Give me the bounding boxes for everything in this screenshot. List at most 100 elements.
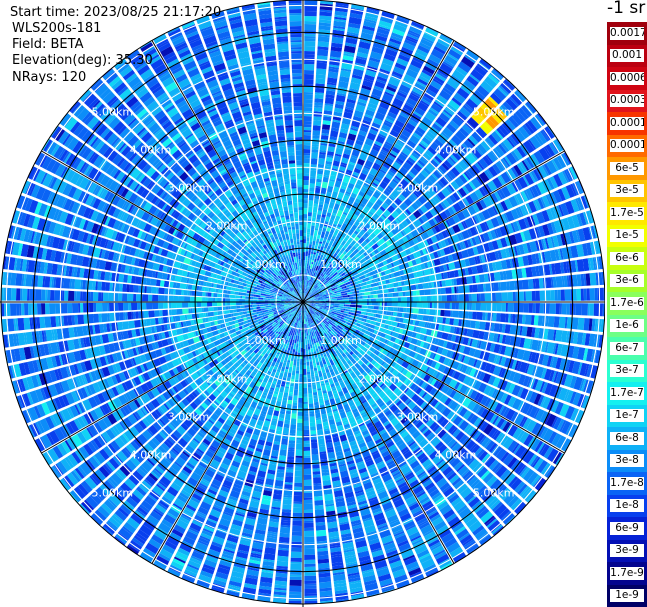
data-cell xyxy=(441,280,447,287)
data-cell xyxy=(305,256,308,261)
data-cell xyxy=(316,364,321,372)
data-cell xyxy=(386,297,389,302)
data-cell xyxy=(364,291,371,296)
data-cell xyxy=(304,330,307,333)
data-cell xyxy=(331,298,337,301)
data-cell xyxy=(310,430,317,435)
data-cell xyxy=(305,321,307,324)
data-cell xyxy=(428,315,435,322)
data-cell xyxy=(386,302,392,307)
data-cell xyxy=(303,132,312,136)
data-cell xyxy=(303,158,310,164)
data-cell xyxy=(337,307,341,310)
data-cell xyxy=(313,116,322,121)
data-cell xyxy=(307,228,311,233)
data-cell xyxy=(471,293,477,302)
data-cell xyxy=(412,308,419,314)
data-cell xyxy=(340,308,344,311)
data-cell xyxy=(324,97,335,105)
data-cell xyxy=(400,297,407,302)
data-cell xyxy=(391,321,398,327)
data-cell xyxy=(337,309,342,312)
data-cell xyxy=(465,319,471,328)
data-cell xyxy=(297,411,303,416)
data-cell xyxy=(492,312,497,322)
data-cell xyxy=(393,271,401,277)
data-cell xyxy=(312,130,321,136)
data-cell xyxy=(277,391,284,399)
data-cell xyxy=(297,358,300,362)
data-cell xyxy=(316,529,327,537)
data-cell xyxy=(392,292,399,297)
data-cell xyxy=(576,288,581,301)
data-cell xyxy=(385,320,392,326)
data-cell xyxy=(279,386,285,393)
data-cell xyxy=(291,413,297,419)
data-cell xyxy=(292,339,295,343)
data-cell xyxy=(305,344,308,350)
data-cell xyxy=(321,413,328,420)
data-cell xyxy=(303,416,309,421)
data-cell xyxy=(321,181,328,189)
data-cell xyxy=(575,303,582,316)
data-cell xyxy=(317,390,323,397)
data-cell xyxy=(555,303,560,315)
data-cell xyxy=(294,482,303,487)
data-cell xyxy=(317,169,324,175)
data-cell xyxy=(469,285,473,293)
data-cell xyxy=(547,316,555,328)
data-cell xyxy=(304,51,315,55)
data-cell xyxy=(318,302,322,304)
data-cell xyxy=(315,78,326,85)
data-cell xyxy=(571,317,579,330)
data-cell xyxy=(306,369,310,372)
data-cell xyxy=(370,313,375,317)
data-cell xyxy=(306,241,310,247)
data-cell xyxy=(291,370,296,376)
data-cell xyxy=(303,236,307,240)
data-cell xyxy=(525,291,532,301)
data-cell xyxy=(394,276,402,282)
data-cell xyxy=(352,299,359,302)
data-cell xyxy=(284,484,293,489)
data-cell xyxy=(589,288,595,301)
data-cell xyxy=(410,302,417,308)
data-cell xyxy=(304,503,313,510)
data-cell xyxy=(317,49,329,57)
data-cell xyxy=(539,290,545,301)
data-cell xyxy=(420,327,428,335)
data-cell xyxy=(493,271,501,281)
data-cell xyxy=(349,294,354,297)
data-cell xyxy=(496,302,502,312)
data-cell xyxy=(303,124,312,128)
data-cell xyxy=(557,289,561,301)
data-cell xyxy=(303,348,306,354)
data-cell xyxy=(309,422,316,427)
data-cell xyxy=(384,298,387,302)
data-cell xyxy=(559,303,562,315)
data-cell xyxy=(324,299,328,301)
data-cell xyxy=(311,146,319,150)
data-cell xyxy=(328,201,335,209)
data-cell xyxy=(277,549,289,557)
data-cell xyxy=(289,386,294,393)
data-cell xyxy=(290,561,302,564)
data-cell xyxy=(469,302,472,310)
data-cell xyxy=(295,449,303,456)
data-cell xyxy=(303,485,312,490)
data-cell xyxy=(401,286,408,292)
data-cell xyxy=(306,237,310,242)
data-cell xyxy=(322,209,328,215)
data-cell xyxy=(277,420,284,428)
data-cell xyxy=(298,336,301,343)
data-cell xyxy=(298,342,301,347)
data-cell xyxy=(386,311,392,316)
data-cell xyxy=(310,170,317,177)
data-cell xyxy=(484,293,491,302)
data-cell xyxy=(311,448,319,455)
data-cell xyxy=(316,68,327,76)
data-cell xyxy=(312,206,318,213)
data-cell xyxy=(303,413,309,417)
data-cell xyxy=(307,346,311,350)
data-cell xyxy=(572,289,577,301)
